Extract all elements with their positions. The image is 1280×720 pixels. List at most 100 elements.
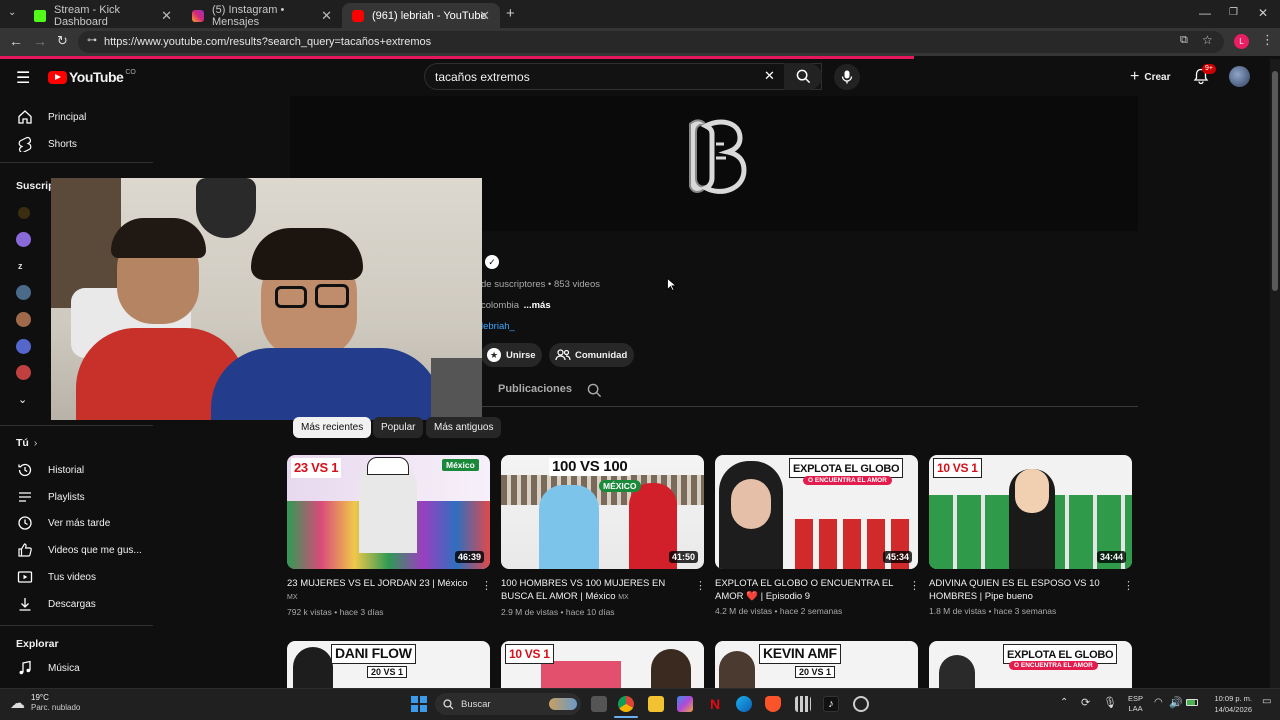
clear-search-icon[interactable]: ✕	[764, 68, 775, 84]
edge-icon[interactable]	[736, 696, 752, 712]
subscription-avatar[interactable]	[18, 207, 30, 219]
video-thumbnail[interactable]: 23 VS 1 México 46:39	[287, 455, 490, 569]
video-thumbnail[interactable]: 100 VS 100 MÉXICO 41:50	[501, 455, 704, 569]
close-window-icon[interactable]: ✕	[1258, 6, 1268, 20]
sync-icon[interactable]: ⟳	[1081, 696, 1090, 709]
video-thumbnail[interactable]: 10 VS 1 34:44	[929, 455, 1132, 569]
video-card[interactable]: 10 VS 1	[501, 641, 706, 688]
subscription-avatar[interactable]	[16, 365, 31, 380]
task-view-icon[interactable]	[591, 696, 607, 712]
hamburger-menu-icon[interactable]: ☰	[16, 68, 30, 88]
tab-publicaciones[interactable]: Publicaciones	[498, 383, 572, 395]
bookmark-star-icon[interactable]: ☆	[1202, 33, 1213, 47]
chrome-icon[interactable]	[618, 696, 634, 712]
video-title[interactable]: 100 HOMBRES VS 100 MUJERES EN BUSCA EL A…	[501, 577, 686, 604]
restore-icon[interactable]: ❐	[1229, 7, 1238, 18]
video-thumbnail[interactable]: 10 VS 1	[501, 641, 704, 688]
close-tab-icon[interactable]: ✕	[161, 8, 172, 24]
video-title[interactable]: 23 MUJERES VS EL JORDAN 23 | México MX	[287, 577, 472, 604]
sidebar-item-shorts[interactable]: Shorts	[16, 135, 77, 153]
site-info-icon[interactable]: ⊶	[87, 35, 97, 46]
obs-icon[interactable]	[853, 696, 869, 712]
video-title[interactable]: EXPLOTA EL GLOBO O ENCUENTRA EL AMOR ❤️ …	[715, 577, 900, 603]
weather-widget[interactable]: ☁ 19°C Parc. nublado	[10, 693, 80, 713]
subscriptions-header[interactable]: Suscrip	[16, 180, 55, 192]
video-card[interactable]: 23 VS 1 México 46:39 23 MUJERES VS EL JO…	[287, 455, 492, 617]
subscription-avatar[interactable]	[16, 339, 31, 354]
install-app-icon[interactable]: ⧉	[1180, 34, 1188, 47]
channel-description[interactable]: colombia ...más	[481, 300, 551, 311]
browser-menu-icon[interactable]: ⋮	[1261, 32, 1274, 48]
video-options-icon[interactable]: ⋮	[481, 579, 492, 592]
netflix-icon[interactable]: N	[707, 696, 723, 712]
sidebar-item-liked-videos[interactable]: Videos que me gus...	[16, 541, 142, 559]
clock-widget[interactable]: 10:09 p. m. 14/04/2026	[1206, 693, 1252, 715]
video-card[interactable]: EXPLOTA EL GLOBO O ENCUENTRA EL AMOR	[929, 641, 1134, 688]
volume-icon[interactable]: 🔊	[1169, 696, 1183, 709]
sidebar-item-your-videos[interactable]: Tus videos	[16, 568, 96, 586]
community-button[interactable]: Comunidad	[549, 343, 634, 367]
video-title[interactable]: ADIVINA QUIEN ES EL ESPOSO VS 10 HOMBRES…	[929, 577, 1114, 603]
video-card[interactable]: EXPLOTA EL GLOBO O ENCUENTRA EL AMOR 45:…	[715, 455, 920, 616]
video-card[interactable]: 10 VS 1 34:44 ADIVINA QUIEN ES EL ESPOSO…	[929, 455, 1134, 616]
notifications-button[interactable]: 9+	[1193, 64, 1216, 90]
tab-search-icon[interactable]: ⌄	[8, 7, 16, 18]
sidebar-item-playlists[interactable]: Playlists	[16, 488, 85, 506]
more-link[interactable]: ...más	[524, 300, 551, 311]
sidebar-item-principal[interactable]: Principal	[16, 108, 86, 126]
youtube-logo[interactable]: YouTube CO	[48, 69, 136, 85]
tray-chevron-icon[interactable]: ⌃	[1060, 697, 1068, 708]
reload-icon[interactable]: ↻	[57, 33, 68, 49]
join-button[interactable]: ★ Unirse	[481, 343, 542, 367]
channel-link[interactable]: lebriah_	[481, 321, 515, 332]
tab-instagram[interactable]: (5) Instagram • Mensajes ✕	[182, 3, 342, 28]
sidebar-item-watch-later[interactable]: Ver más tarde	[16, 514, 110, 532]
taskbar-search-box[interactable]: Buscar	[435, 693, 581, 715]
profile-avatar[interactable]: L	[1234, 34, 1249, 49]
sidebar-item-historial[interactable]: Historial	[16, 461, 84, 479]
channel-search-icon[interactable]	[587, 383, 602, 398]
subscription-avatar[interactable]	[16, 232, 31, 247]
video-thumbnail[interactable]: EXPLOTA EL GLOBO O ENCUENTRA EL AMOR 45:…	[715, 455, 918, 569]
video-options-icon[interactable]: ⋮	[1123, 579, 1134, 592]
search-button[interactable]	[784, 63, 822, 90]
you-header[interactable]: Tú ›	[16, 437, 37, 449]
sidebar-item-music[interactable]: Música	[16, 659, 80, 677]
language-indicator[interactable]: ESP LAA	[1128, 694, 1143, 714]
video-options-icon[interactable]: ⋮	[695, 579, 706, 592]
forward-icon[interactable]: →	[33, 33, 47, 49]
chip-mas-antiguos[interactable]: Más antiguos	[426, 417, 502, 438]
minimize-icon[interactable]: —	[1199, 6, 1211, 20]
tiktok-icon[interactable]: ♪	[823, 696, 839, 712]
chip-mas-recientes[interactable]: Más recientes	[293, 417, 372, 438]
subscription-avatar[interactable]	[16, 285, 31, 300]
battery-icon[interactable]	[1186, 699, 1198, 706]
close-tab-icon[interactable]: ✕	[479, 8, 490, 24]
create-button[interactable]: + Crear	[1130, 68, 1170, 86]
video-thumbnail[interactable]: EXPLOTA EL GLOBO O ENCUENTRA EL AMOR	[929, 641, 1132, 688]
subscription-avatar[interactable]	[16, 312, 31, 327]
account-avatar[interactable]	[1229, 66, 1250, 87]
video-card[interactable]: KEVIN AMF 20 VS 1	[715, 641, 920, 688]
video-card[interactable]: 100 VS 100 MÉXICO 41:50 100 HOMBRES VS 1…	[501, 455, 706, 617]
notification-center-icon[interactable]: ▭	[1262, 696, 1271, 707]
scrollbar-thumb[interactable]	[1272, 71, 1278, 291]
subscription-avatar[interactable]: z	[18, 261, 23, 271]
windows-start-icon[interactable]	[411, 696, 427, 712]
file-explorer-icon[interactable]	[648, 696, 664, 712]
copilot-icon[interactable]	[677, 696, 693, 712]
url-bar[interactable]: ⊶ https://www.youtube.com/results?search…	[78, 31, 1224, 53]
video-thumbnail[interactable]: KEVIN AMF 20 VS 1	[715, 641, 918, 688]
brave-icon[interactable]	[765, 696, 781, 712]
tab-kick[interactable]: Stream - Kick Dashboard ✕	[24, 3, 182, 28]
scrollbar-track[interactable]	[1270, 59, 1280, 688]
tray-mic-icon[interactable]: 🎙	[1103, 696, 1117, 709]
video-thumbnail[interactable]: DANI FLOW 20 VS 1	[287, 641, 490, 688]
new-tab-button[interactable]: +	[506, 5, 515, 22]
show-more-chevron-icon[interactable]: ⌄	[18, 393, 27, 406]
tab-youtube[interactable]: (961) lebriah - YouTube ✕	[342, 3, 500, 28]
video-card[interactable]: DANI FLOW 20 VS 1	[287, 641, 492, 688]
search-input[interactable]: tacaños extremos	[424, 63, 822, 90]
wifi-icon[interactable]: ◠	[1154, 697, 1163, 708]
sidebar-item-downloads[interactable]: Descargas	[16, 595, 96, 613]
